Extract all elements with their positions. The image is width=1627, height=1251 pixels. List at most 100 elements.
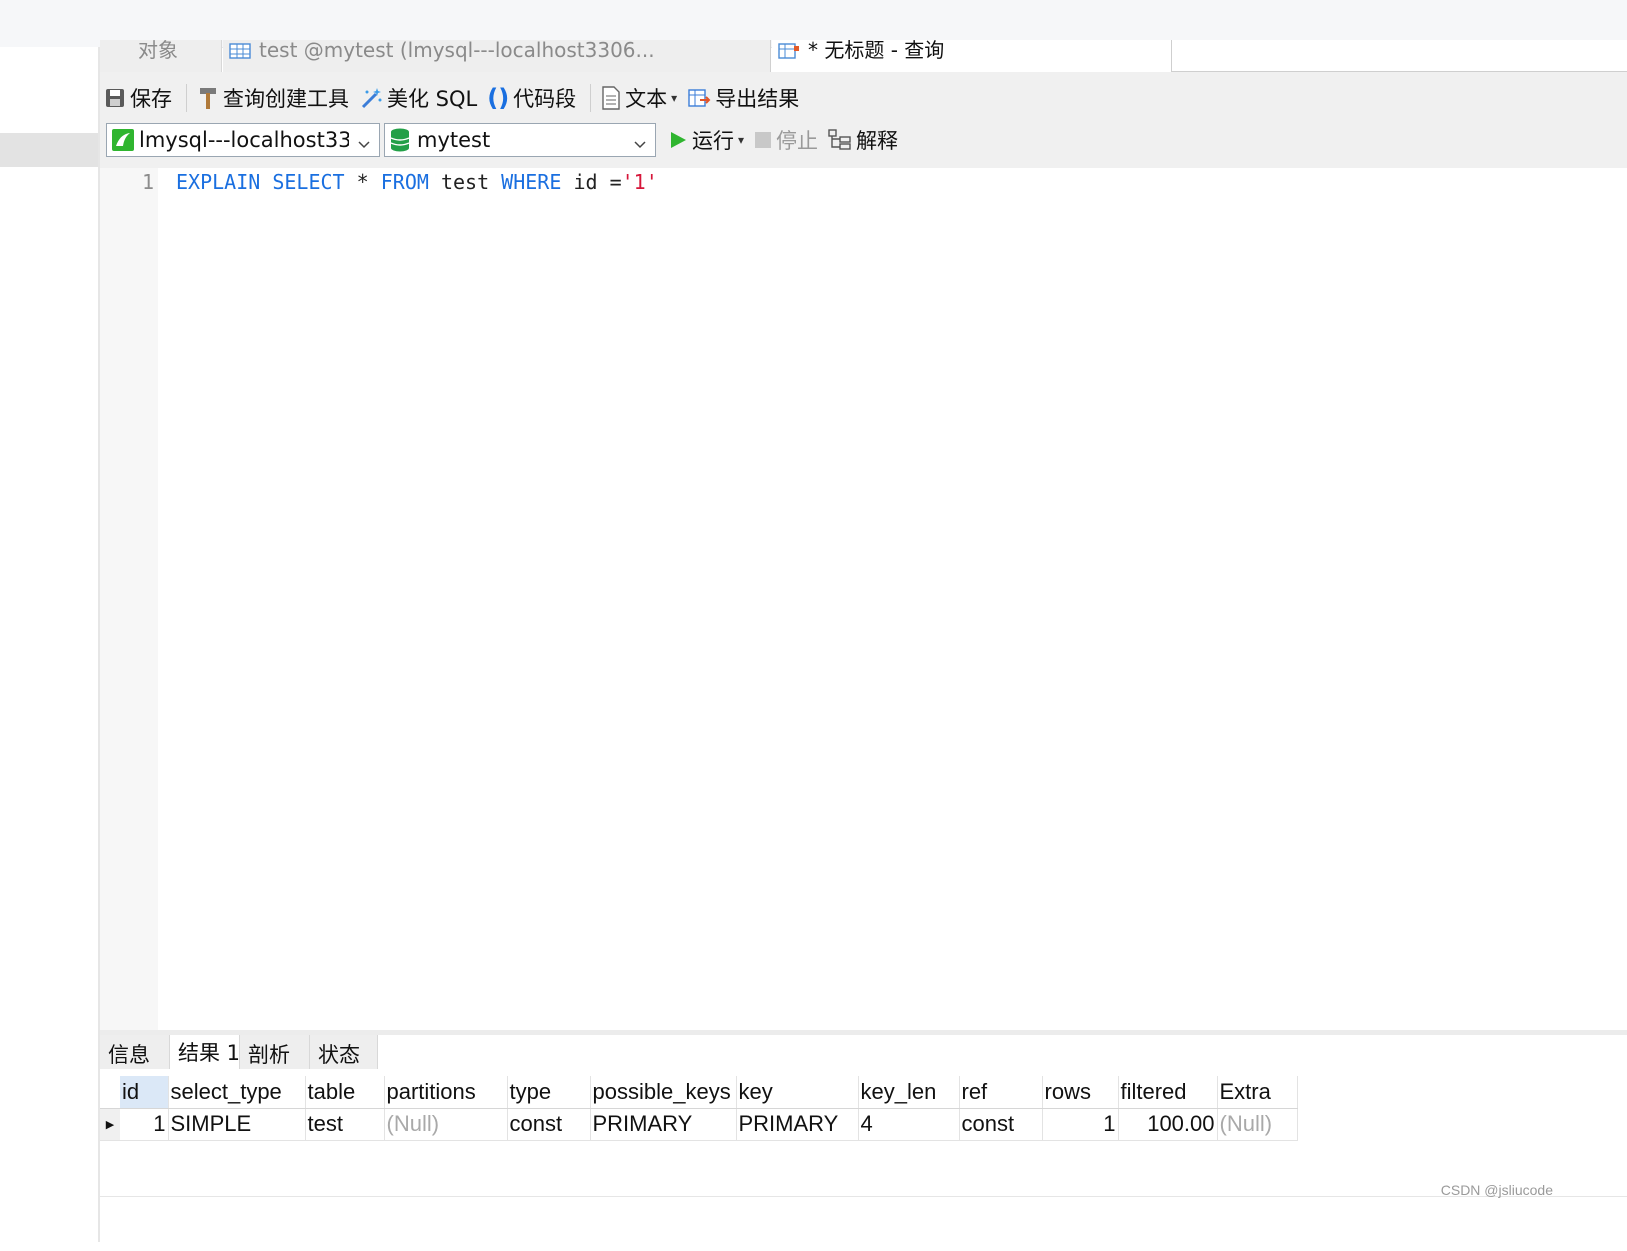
save-label: 保存 [130,87,172,111]
table-row[interactable]: ▶ 1 SIMPLE test (Null) const PRIMARY PRI… [100,1108,1298,1141]
cell-type[interactable]: const [507,1108,591,1141]
dropdown-caret-icon[interactable]: ▾ [671,91,677,105]
run-button[interactable]: 运行 ▾ [668,125,744,155]
play-icon [668,130,688,150]
tab-untitled-query-label: * 无标题 - 查询 [808,40,945,62]
toolbar-row-actions: 保存 查询创建工具 美化 SQL () 代码段 文本 ▾ 导出结果 [104,78,809,118]
explain-button[interactable]: 解释 [828,125,898,155]
sql-editor[interactable]: 1 EXPLAIN SELECT * FROM test WHERE id ='… [100,168,1627,1030]
text-button[interactable]: 文本 ▾ [601,83,677,113]
column-header-extra[interactable]: Extra [1217,1076,1298,1109]
connection-select[interactable]: lmysql---localhost3306 [106,123,380,157]
column-header-filtered[interactable]: filtered [1118,1076,1218,1109]
run-label: 运行 [692,129,734,153]
database-value: mytest [417,128,491,152]
cell-extra[interactable]: (Null) [1217,1108,1298,1141]
stop-button[interactable]: 停止 [754,125,818,155]
export-result-button[interactable]: 导出结果 [687,83,799,113]
tab-bar-spacer [1172,40,1627,72]
column-header-possible-keys[interactable]: possible_keys [590,1076,737,1109]
beautify-sql-button[interactable]: 美化 SQL [359,83,477,113]
column-header-key[interactable]: key [736,1076,859,1109]
token-table: test [440,170,490,194]
beautify-sql-label: 美化 SQL [387,87,478,111]
tab-result-1[interactable]: 结果 1 [170,1035,240,1069]
bottom-border [100,1196,1627,1197]
cell-ref[interactable]: const [959,1108,1043,1141]
keyword-where: WHERE [501,170,562,194]
explain-label: 解释 [856,129,899,153]
query-builder-button[interactable]: 查询创建工具 [197,83,349,113]
text-label: 文本 [625,87,668,111]
explain-tree-icon [828,129,852,151]
tab-status-label: 状态 [318,1043,360,1067]
result-tabs: 信息 结果 1 剖析 状态 [100,1035,1627,1070]
row-indicator-header [100,1076,120,1109]
cell-id[interactable]: 1 [120,1108,169,1141]
export-result-label: 导出结果 [715,87,800,111]
column-header-table[interactable]: table [305,1076,385,1109]
keyword-explain: EXPLAIN [176,170,261,194]
cell-rows[interactable]: 1 [1042,1108,1119,1141]
stop-icon [754,131,772,149]
keyword-select: SELECT [272,170,345,194]
tab-info-label: 信息 [108,1043,150,1067]
query-builder-label: 查询创建工具 [223,87,349,111]
column-header-type[interactable]: type [507,1076,591,1109]
tab-profile[interactable]: 剖析 [240,1035,310,1069]
tab-info[interactable]: 信息 [100,1035,170,1069]
database-select[interactable]: mytest [384,123,656,157]
column-header-partitions[interactable]: partitions [384,1076,508,1109]
export-icon [687,86,711,110]
cell-key[interactable]: PRIMARY [736,1108,859,1141]
result-table: id select_type table partitions type pos… [100,1076,1298,1141]
token-star: * [356,170,369,194]
sql-code-line[interactable]: EXPLAIN SELECT * FROM test WHERE id ='1' [176,170,658,194]
cell-table[interactable]: test [305,1108,385,1141]
cell-key-len[interactable]: 4 [858,1108,960,1141]
line-number: 1 [141,170,154,194]
tab-untitled-query[interactable]: * 无标题 - 查询 [772,40,1172,72]
tab-table-test-label: test @mytest (lmysql---localhost3306... [259,40,655,62]
tab-status[interactable]: 状态 [310,1035,378,1069]
column-header-rows[interactable]: rows [1042,1076,1119,1109]
save-icon [104,87,126,109]
table-icon [229,42,251,62]
token-column: id [573,170,598,194]
database-icon [389,127,411,153]
tab-result-1-label: 结果 1 [178,1041,241,1065]
row-indicator-arrow-icon: ▶ [100,1108,120,1141]
column-header-select-type[interactable]: select_type [168,1076,306,1109]
save-button[interactable]: 保存 [104,83,172,113]
cell-filtered[interactable]: 100.00 [1118,1108,1218,1141]
result-grid[interactable]: id select_type table partitions type pos… [100,1069,1627,1196]
connection-value: lmysql---localhost3306 [139,128,349,152]
chevron-down-icon [357,132,371,156]
cell-possible-keys[interactable]: PRIMARY [590,1108,737,1141]
toolbar-separator [186,84,187,112]
tab-objects-label: 对象 [138,40,178,62]
chevron-down-icon [633,132,647,156]
tab-table-test[interactable]: test @mytest (lmysql---localhost3306... [223,40,771,72]
magic-wand-icon [359,86,383,110]
token-equals: = [609,170,622,194]
column-header-key-len[interactable]: key_len [858,1076,960,1109]
toolbar-row-connection: lmysql---localhost3306 mytest 运行 ▾ 停止 解释 [106,120,908,160]
keyword-from: FROM [380,170,429,194]
cell-partitions[interactable]: (Null) [384,1108,508,1141]
stop-label: 停止 [776,129,819,153]
mysql-connection-icon [111,128,135,152]
cell-select-type[interactable]: SIMPLE [168,1108,306,1141]
code-snippet-button[interactable]: () 代码段 [487,83,576,113]
header-row: id select_type table partitions type pos… [100,1076,1298,1109]
query-icon [778,42,800,62]
query-toolbar: 保存 查询创建工具 美化 SQL () 代码段 文本 ▾ 导出结果 lmysql [100,72,1627,168]
code-snippet-label: 代码段 [513,87,577,111]
document-icon [601,86,621,110]
tab-objects[interactable]: 对象 [100,40,222,72]
column-header-id[interactable]: id [120,1076,169,1109]
column-header-ref[interactable]: ref [959,1076,1043,1109]
tab-profile-label: 剖析 [248,1043,290,1067]
selected-object-row[interactable] [0,133,98,167]
dropdown-caret-icon[interactable]: ▾ [738,133,744,147]
